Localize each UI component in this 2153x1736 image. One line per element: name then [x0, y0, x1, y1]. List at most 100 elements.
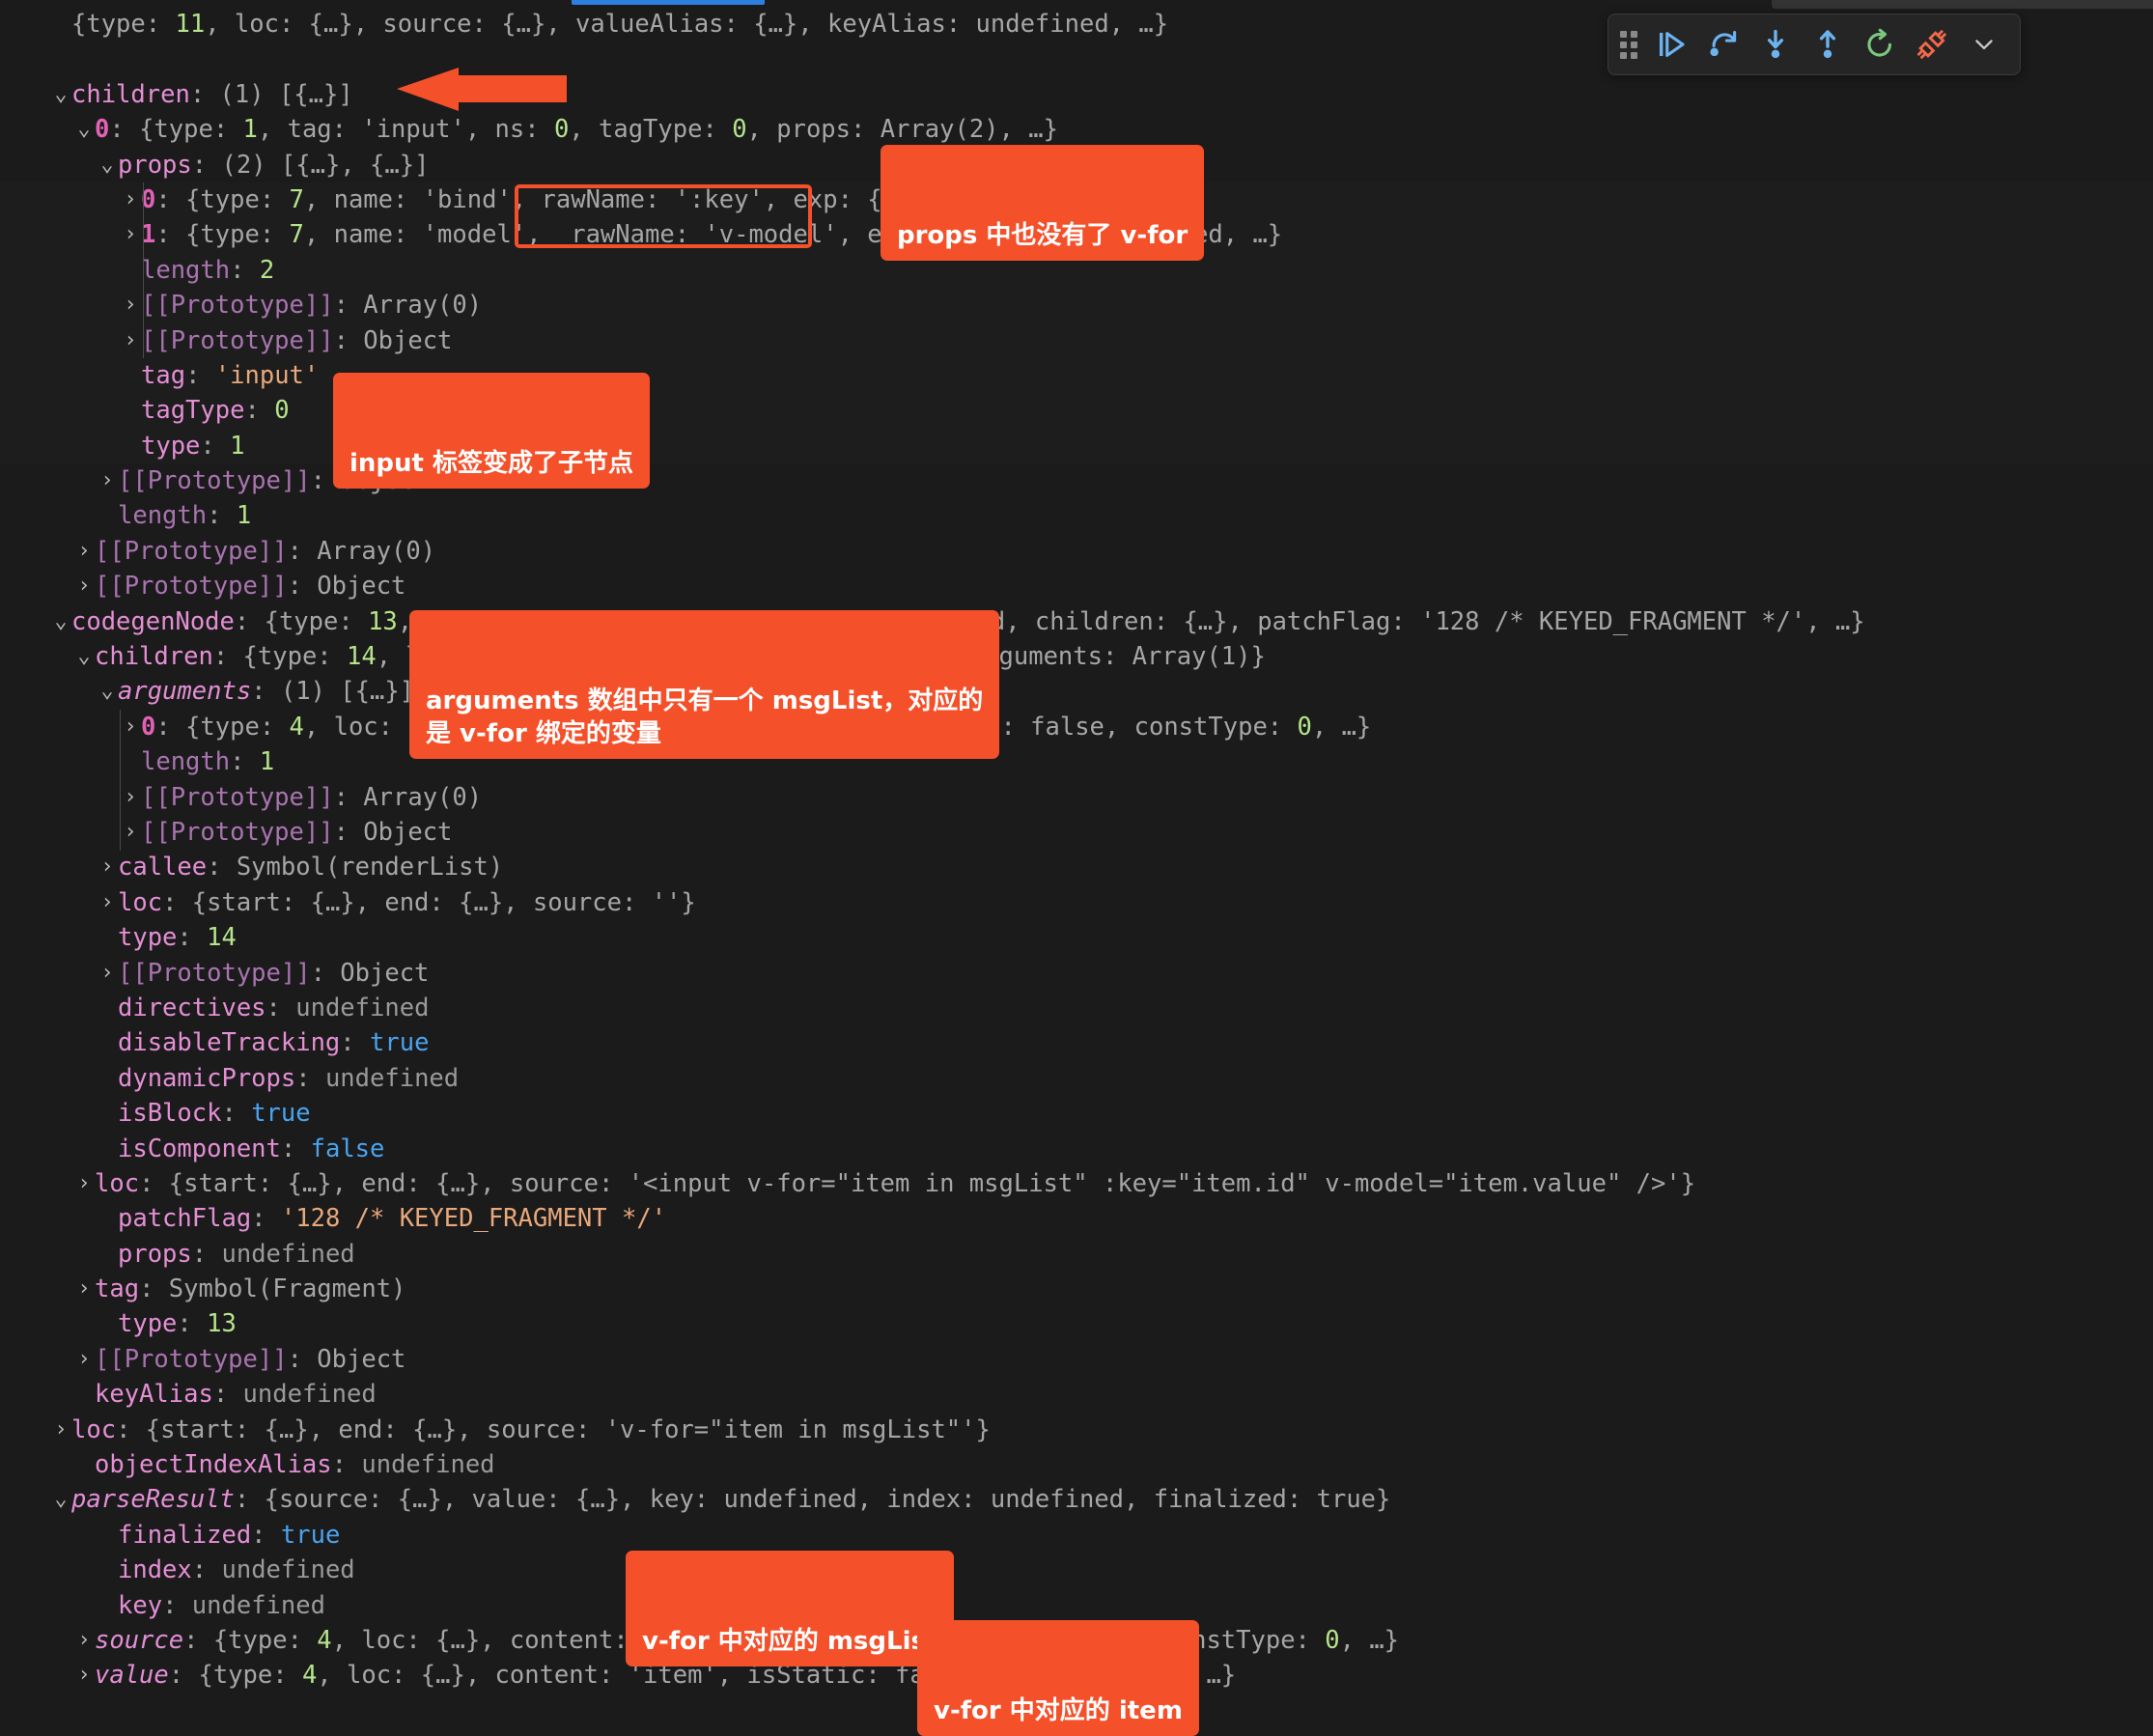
console-tree-row[interactable]: ›[[Prototype]]: Array(0)	[0, 288, 2153, 322]
chevron-right-icon[interactable]: ›	[73, 1272, 95, 1306]
property-value: : {type:	[109, 115, 242, 144]
chevron-right-icon[interactable]: ›	[97, 850, 118, 884]
console-tree-row[interactable]: ⌄0: {type: 1, tag: 'input', ns: 0, tagTy…	[0, 112, 2153, 147]
console-tree-row[interactable]: ⌄codegenNode: {type: 13, tag: Symbol(Fra…	[0, 604, 2153, 639]
console-tree-row[interactable]: objectIndexAlias: undefined	[0, 1447, 2153, 1482]
console-tree-row[interactable]: ⌄children: (1) [{…}]	[0, 77, 2153, 112]
console-tree-row[interactable]: {type: 11, loc: {…}, source: {…}, valueA…	[0, 7, 2153, 42]
tree-spacer	[97, 991, 118, 1025]
console-tree-row[interactable]: ›callee: Symbol(renderList)	[0, 850, 2153, 884]
property-key: [[Prototype]]	[141, 326, 334, 355]
chevron-right-icon[interactable]: ›	[73, 1166, 95, 1201]
chevron-right-icon[interactable]: ›	[73, 1342, 95, 1377]
tree-spacer	[97, 1553, 118, 1587]
chevron-right-icon[interactable]: ›	[97, 956, 118, 991]
property-value: : {type:	[155, 713, 289, 742]
chevron-down-icon[interactable]: ⌄	[50, 604, 71, 639]
chevron-right-icon[interactable]: ›	[120, 710, 141, 744]
console-tree-row[interactable]: props: undefined	[0, 1237, 2153, 1272]
chevron-right-icon[interactable]: ›	[120, 780, 141, 815]
console-tree-row[interactable]	[0, 42, 2153, 76]
property-key: tag	[95, 1274, 139, 1303]
chevron-right-icon[interactable]: ›	[50, 1413, 71, 1447]
property-value: : {start: {…}, end: {…}, source: '<input…	[139, 1169, 1695, 1198]
tree-spacer	[97, 920, 118, 955]
tree-spacer	[50, 7, 71, 42]
chevron-right-icon[interactable]: ›	[120, 217, 141, 252]
console-tree-row[interactable]: index: undefined	[0, 1553, 2153, 1587]
console-tree-row[interactable]: length: 1	[0, 498, 2153, 533]
property-value: : {start: {…}, end: {…}, source: ''}	[162, 888, 696, 917]
console-tree-row[interactable]: isComponent: false	[0, 1132, 2153, 1166]
console-tree-row[interactable]: ›[[Prototype]]: Object	[0, 815, 2153, 850]
chevron-down-icon[interactable]: ⌄	[50, 77, 71, 112]
property-key: length	[141, 256, 230, 285]
chevron-down-icon[interactable]: ⌄	[73, 639, 95, 674]
property-key: arguments	[118, 677, 251, 706]
chevron-right-icon[interactable]: ›	[73, 1658, 95, 1693]
chevron-right-icon[interactable]: ›	[73, 1623, 95, 1658]
console-tree-row[interactable]: type: 13	[0, 1306, 2153, 1341]
property-key: patchFlag	[118, 1204, 251, 1233]
chevron-right-icon[interactable]: ›	[97, 463, 118, 498]
console-tree-row[interactable]: ›loc: {start: {…}, end: {…}, source: ''}	[0, 885, 2153, 920]
property-value: :	[244, 396, 274, 425]
console-tree-row[interactable]: ⌄children: {type: 14, loc: {…}, callee: …	[0, 639, 2153, 674]
console-tree-row[interactable]: ›[[Prototype]]: Object	[0, 956, 2153, 991]
console-tree-row[interactable]: type: 1	[0, 429, 2153, 463]
console-tree-row[interactable]: length: 1	[0, 744, 2153, 779]
chevron-right-icon[interactable]: ›	[120, 288, 141, 322]
chevron-right-icon[interactable]: ›	[120, 815, 141, 850]
console-tree-row[interactable]: keyAlias: undefined	[0, 1377, 2153, 1412]
property-key: [[Prototype]]	[95, 1345, 288, 1374]
console-tree-row[interactable]: disableTracking: true	[0, 1025, 2153, 1060]
tree-spacer	[97, 1588, 118, 1623]
console-tree-row[interactable]: type: 14	[0, 920, 2153, 955]
console-tree-row[interactable]: ›[[Prototype]]: Object	[0, 1342, 2153, 1377]
console-tree-row[interactable]: ⌄arguments: (1) [{…}]	[0, 674, 2153, 709]
console-tree-row[interactable]: directives: undefined	[0, 991, 2153, 1025]
chevron-right-icon[interactable]: ›	[120, 323, 141, 358]
tree-spacer	[97, 1096, 118, 1131]
property-value: , …}	[1340, 1626, 1399, 1655]
console-tree-row[interactable]: key: undefined	[0, 1588, 2153, 1623]
property-value: undefined	[221, 1555, 354, 1584]
console-tree-row[interactable]: ›loc: {start: {…}, end: {…}, source: 'v-…	[0, 1413, 2153, 1447]
property-key: tag	[141, 361, 185, 390]
console-tree-row[interactable]: dynamicProps: undefined	[0, 1061, 2153, 1096]
chevron-right-icon[interactable]: ›	[120, 182, 141, 217]
property-value: : {type:	[169, 1661, 302, 1690]
console-tree-row[interactable]: ›[[Prototype]]: Object	[0, 323, 2153, 358]
console-tree-row[interactable]: ›[[Prototype]]: Array(0)	[0, 534, 2153, 569]
chevron-right-icon[interactable]: ›	[97, 885, 118, 920]
console-tree-row[interactable]: ›0: {type: 4, loc: {…}, content: '$setup…	[0, 710, 2153, 744]
tree-spacer	[120, 393, 141, 428]
property-value: (2) [{…}, {…}]	[221, 151, 429, 180]
property-value: :	[207, 501, 237, 530]
property-value: undefined	[361, 1450, 494, 1479]
property-key: length	[141, 747, 230, 776]
annotation-text: input 标签变成了子节点	[350, 449, 633, 478]
property-value: :	[266, 994, 296, 1022]
console-tree-row[interactable]: ›[[Prototype]]: Array(0)	[0, 780, 2153, 815]
chevron-down-icon[interactable]: ⌄	[97, 148, 118, 182]
console-tree-row[interactable]: tag: 'input'	[0, 358, 2153, 393]
console-tree-row[interactable]: tagType: 0	[0, 393, 2153, 428]
console-tree-row[interactable]: ⌄parseResult: {source: {…}, value: {…}, …	[0, 1482, 2153, 1517]
console-tree-row[interactable]: ›[[Prototype]]: Object	[0, 569, 2153, 603]
chevron-down-icon[interactable]: ⌄	[97, 674, 118, 709]
chevron-down-icon[interactable]: ⌄	[73, 112, 95, 147]
console-tree-row[interactable]: isBlock: true	[0, 1096, 2153, 1131]
console-tree-row[interactable]: ›loc: {start: {…}, end: {…}, source: '<i…	[0, 1166, 2153, 1201]
chevron-right-icon[interactable]: ›	[73, 569, 95, 603]
chevron-down-icon[interactable]: ⌄	[50, 1482, 71, 1517]
chevron-right-icon[interactable]: ›	[73, 534, 95, 569]
console-tree-row[interactable]: ›[[Prototype]]: Object	[0, 463, 2153, 498]
console-tree-row[interactable]: finalized: true	[0, 1518, 2153, 1553]
console-tree-row[interactable]: ›tag: Symbol(Fragment)	[0, 1272, 2153, 1306]
annotation-input-child: input 标签变成了子节点	[333, 373, 650, 489]
console-tree-row[interactable]: patchFlag: '128 /* KEYED_FRAGMENT */'	[0, 1201, 2153, 1236]
property-value: : {type:	[213, 642, 347, 671]
property-value: 1	[243, 115, 258, 144]
property-key: objectIndexAlias	[95, 1450, 332, 1479]
